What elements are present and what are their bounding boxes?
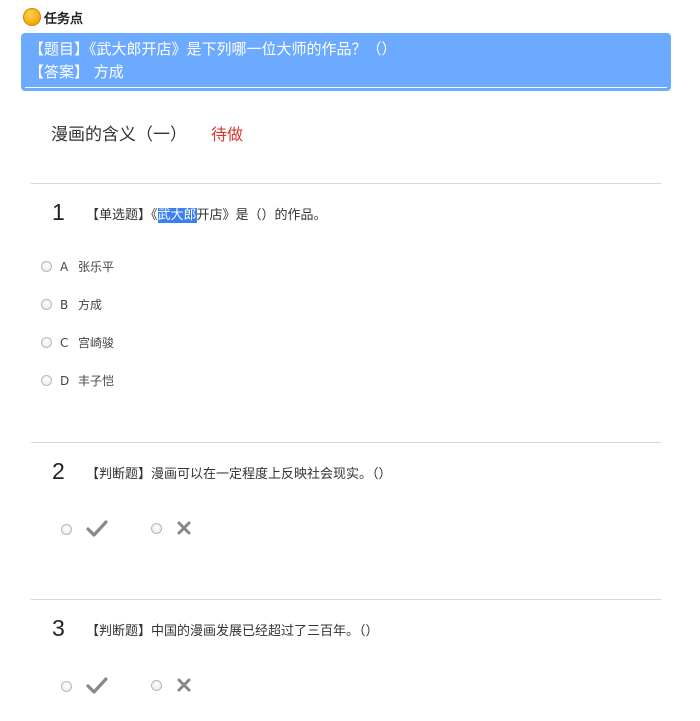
option-letter: D <box>60 373 70 388</box>
question-number: 1 <box>52 199 65 225</box>
option-c[interactable]: C 宫崎骏 <box>41 334 114 351</box>
false-option[interactable] <box>151 677 192 693</box>
true-option[interactable] <box>61 520 108 538</box>
question-number: 3 <box>52 615 65 641</box>
selected-text-highlight: 武大郎 <box>157 208 197 223</box>
question-type: 【单选题】 <box>86 208 152 223</box>
option-a[interactable]: A 张乐平 <box>41 258 114 275</box>
question-number: 2 <box>52 458 65 484</box>
radio-button[interactable] <box>61 680 72 692</box>
check-icon <box>86 520 108 537</box>
radio-button[interactable] <box>151 522 162 534</box>
question-body: 漫画可以在一定程度上反映社会现实。（） <box>151 467 392 482</box>
question-type: 【判断题】 <box>86 624 152 639</box>
check-icon <box>86 677 108 694</box>
radio-button[interactable] <box>61 523 72 535</box>
option-text: 丰子恺 <box>78 374 115 388</box>
question-text: 【判断题】中国的漫画发展已经超过了三百年。（） <box>86 620 379 639</box>
radio-button[interactable] <box>41 337 52 348</box>
status-label: 待做 <box>211 125 244 144</box>
divider <box>31 442 661 443</box>
option-letter: B <box>60 297 69 312</box>
option-text: 宫崎骏 <box>78 336 115 350</box>
question-body: 中国的漫画发展已经超过了三百年。（） <box>151 624 379 639</box>
radio-button[interactable] <box>151 679 162 691</box>
false-option[interactable] <box>151 520 192 536</box>
divider <box>31 183 661 184</box>
section-title-text: 漫画的含义（一） <box>51 125 187 145</box>
task-point-icon <box>23 8 41 26</box>
answer-box-question: 【题目】《武大郎开店》是下列哪一位大师的作品？（） <box>29 40 397 58</box>
question-text-suffix: 开店》是（）的作品。 <box>196 208 327 223</box>
option-b[interactable]: B 方成 <box>41 296 102 313</box>
radio-button[interactable] <box>41 261 52 272</box>
task-point-header: 任务点 <box>23 7 83 27</box>
question-type: 【判断题】 <box>86 467 152 482</box>
answer-box-underline <box>25 87 667 88</box>
option-d[interactable]: D 丰子恺 <box>41 372 114 389</box>
radio-button[interactable] <box>41 375 52 386</box>
true-option[interactable] <box>61 677 108 695</box>
section-title: 漫画的含义（一） 待做 <box>51 120 243 145</box>
cross-icon <box>177 678 191 692</box>
divider <box>31 599 661 600</box>
question-text: 【单选题】《武大郎开店》是（）的作品。 <box>86 204 327 223</box>
radio-button[interactable] <box>41 299 52 310</box>
question-text-prefix: 《 <box>151 208 158 223</box>
task-point-title: 任务点 <box>44 11 84 27</box>
answer-box: 【题目】《武大郎开店》是下列哪一位大师的作品？（） 【答案】 方成 <box>21 33 671 91</box>
option-text: 张乐平 <box>78 260 115 274</box>
answer-box-answer: 【答案】 方成 <box>29 63 124 81</box>
question-text: 【判断题】漫画可以在一定程度上反映社会现实。（） <box>86 463 392 482</box>
option-text: 方成 <box>78 298 103 312</box>
option-letter: C <box>60 335 69 350</box>
cross-icon <box>177 521 191 535</box>
option-letter: A <box>60 259 69 274</box>
